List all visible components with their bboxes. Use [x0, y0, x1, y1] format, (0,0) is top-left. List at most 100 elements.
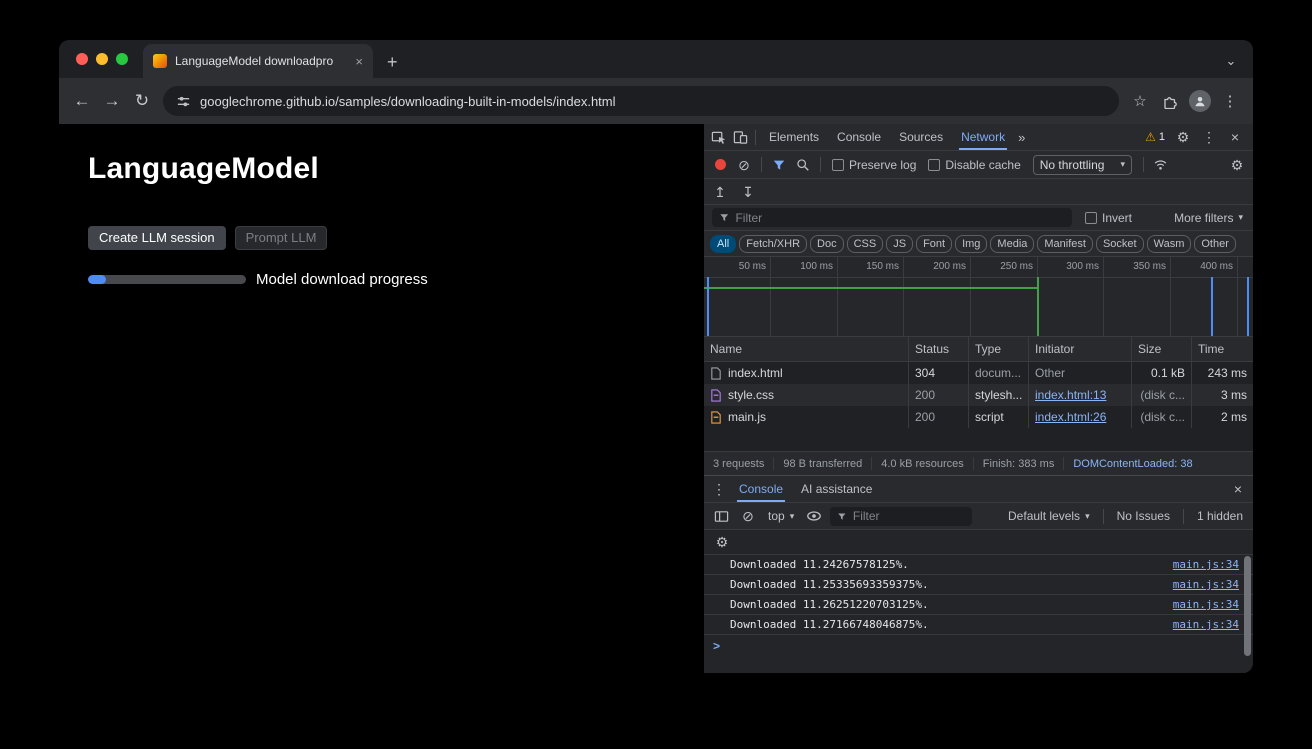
column-header-name[interactable]: Name [704, 337, 909, 361]
drawer-tab-console[interactable]: Console [730, 476, 792, 502]
column-header-time[interactable]: Time [1192, 337, 1253, 361]
request-time: 2 ms [1192, 406, 1253, 428]
message-text: Downloaded 11.27166748046875%. [730, 618, 1173, 631]
drawer-close-icon[interactable]: × [1227, 476, 1249, 502]
prompt-llm-button[interactable]: Prompt LLM [235, 226, 328, 250]
network-conditions-icon[interactable] [1150, 151, 1172, 178]
search-icon[interactable] [792, 151, 814, 178]
filter-chip-other[interactable]: Other [1194, 235, 1236, 253]
site-settings-icon[interactable] [176, 94, 191, 109]
filter-chip-css[interactable]: CSS [847, 235, 884, 253]
devtools-settings-icon[interactable]: ⚙ [1172, 130, 1194, 144]
network-row[interactable]: index.html 304 docum... Other 0.1 kB 243… [704, 362, 1253, 384]
disable-cache-checkbox[interactable] [928, 159, 940, 171]
tab-sources[interactable]: Sources [890, 124, 952, 150]
maximize-window-button[interactable] [116, 53, 128, 65]
message-source-link[interactable]: main.js:34 [1173, 578, 1239, 591]
filter-chip-img[interactable]: Img [955, 235, 987, 253]
message-source-link[interactable]: main.js:34 [1173, 558, 1239, 571]
drawer-menu-icon[interactable]: ⋮ [708, 476, 730, 502]
filter-chip-doc[interactable]: Doc [810, 235, 844, 253]
clear-network-log-icon[interactable]: ⊘ [733, 151, 755, 178]
minimize-window-button[interactable] [96, 53, 108, 65]
message-source-link[interactable]: main.js:34 [1173, 618, 1239, 631]
column-header-size[interactable]: Size [1132, 337, 1192, 361]
request-status: 200 [909, 384, 969, 406]
new-tab-button[interactable]: + [387, 53, 398, 71]
more-tabs-icon[interactable]: » [1014, 130, 1029, 145]
reload-button[interactable]: ↻ [127, 86, 157, 116]
network-row[interactable]: main.js 200 script index.html:26 (disk c… [704, 406, 1253, 428]
log-levels-select[interactable]: Default levels ▾ [1004, 509, 1094, 523]
filter-chip-js[interactable]: JS [886, 235, 913, 253]
extensions-icon[interactable] [1155, 86, 1185, 116]
tab-search-button[interactable]: ⌄ [1222, 52, 1240, 70]
more-filters-dropdown[interactable]: More filters ▾ [1174, 211, 1245, 225]
network-row[interactable]: style.css 200 stylesh... index.html:13 (… [704, 384, 1253, 406]
profile-avatar[interactable] [1185, 86, 1215, 116]
execution-context-select[interactable]: top ▾ [764, 509, 798, 523]
column-header-initiator[interactable]: Initiator [1029, 337, 1132, 361]
hidden-messages-label[interactable]: 1 hidden [1193, 509, 1247, 523]
console-filter-input[interactable] [853, 509, 965, 523]
export-har-icon[interactable]: ↧ [737, 179, 759, 204]
throttling-select[interactable]: No throttling ▾ [1033, 155, 1132, 175]
clear-console-icon[interactable]: ⊘ [737, 503, 759, 529]
inspect-element-icon[interactable] [707, 124, 729, 150]
filter-chip-fetch-xhr[interactable]: Fetch/XHR [739, 235, 807, 253]
filter-chip-all[interactable]: All [710, 235, 736, 253]
preserve-log-checkbox[interactable] [832, 159, 844, 171]
eye-icon[interactable] [803, 503, 825, 529]
browser-tab[interactable]: LanguageModel downloadpro × [143, 44, 373, 78]
disable-cache-checkbox-group[interactable]: Disable cache [923, 158, 1025, 172]
console-sidebar-icon[interactable] [710, 503, 732, 529]
initiator-link[interactable]: index.html:13 [1035, 388, 1106, 402]
console-filter-box[interactable] [830, 507, 972, 526]
close-window-button[interactable] [76, 53, 88, 65]
browser-menu-icon[interactable]: ⋮ [1215, 86, 1245, 116]
issues-warning-badge[interactable]: ⚠ 1 [1142, 131, 1168, 143]
invert-checkbox-group[interactable]: Invert [1080, 211, 1137, 225]
column-header-type[interactable]: Type [969, 337, 1029, 361]
devtools-menu-icon[interactable]: ⋮ [1198, 130, 1220, 144]
divider [820, 157, 821, 172]
console-settings-icon[interactable]: ⚙ [711, 530, 733, 554]
address-bar[interactable]: googlechrome.github.io/samples/downloadi… [163, 86, 1119, 116]
tab-title: LanguageModel downloadpro [175, 54, 347, 68]
create-llm-session-button[interactable]: Create LLM session [88, 226, 226, 250]
tab-elements[interactable]: Elements [760, 124, 828, 150]
forward-button[interactable]: → [97, 86, 127, 116]
drawer-tab-ai-assistance[interactable]: AI assistance [792, 476, 881, 502]
column-header-status[interactable]: Status [909, 337, 969, 361]
back-button[interactable]: ← [67, 86, 97, 116]
funnel-icon [837, 511, 847, 522]
console-scrollbar[interactable] [1244, 556, 1251, 656]
tab-console[interactable]: Console [828, 124, 890, 150]
tab-network[interactable]: Network [952, 124, 1014, 150]
tab-close-icon[interactable]: × [355, 55, 363, 68]
message-text: Downloaded 11.24267578125%. [730, 558, 1173, 571]
network-filter-box[interactable] [712, 208, 1072, 227]
devtools-close-icon[interactable]: × [1224, 130, 1246, 144]
chevron-down-icon: ▾ [1120, 160, 1125, 169]
network-table-empty-area [704, 428, 1253, 451]
preserve-log-checkbox-group[interactable]: Preserve log [827, 158, 921, 172]
network-settings-icon[interactable]: ⚙ [1226, 151, 1248, 178]
no-issues-label[interactable]: No Issues [1113, 509, 1174, 523]
filter-toggle-icon[interactable] [768, 151, 790, 178]
filter-chip-wasm[interactable]: Wasm [1147, 235, 1192, 253]
filter-chip-media[interactable]: Media [990, 235, 1034, 253]
import-har-icon[interactable]: ↥ [709, 179, 731, 204]
device-toolbar-icon[interactable] [729, 124, 751, 150]
filter-chip-socket[interactable]: Socket [1096, 235, 1144, 253]
bookmark-star-icon[interactable]: ☆ [1125, 86, 1155, 116]
record-network-log-button[interactable] [709, 151, 731, 178]
message-source-link[interactable]: main.js:34 [1173, 598, 1239, 611]
filter-chip-font[interactable]: Font [916, 235, 952, 253]
console-prompt[interactable]: > [704, 634, 1253, 656]
filter-chip-manifest[interactable]: Manifest [1037, 235, 1093, 253]
invert-checkbox[interactable] [1085, 212, 1097, 224]
network-filter-input[interactable] [735, 211, 1065, 225]
request-time: 243 ms [1192, 362, 1253, 384]
initiator-link[interactable]: index.html:26 [1035, 410, 1106, 424]
